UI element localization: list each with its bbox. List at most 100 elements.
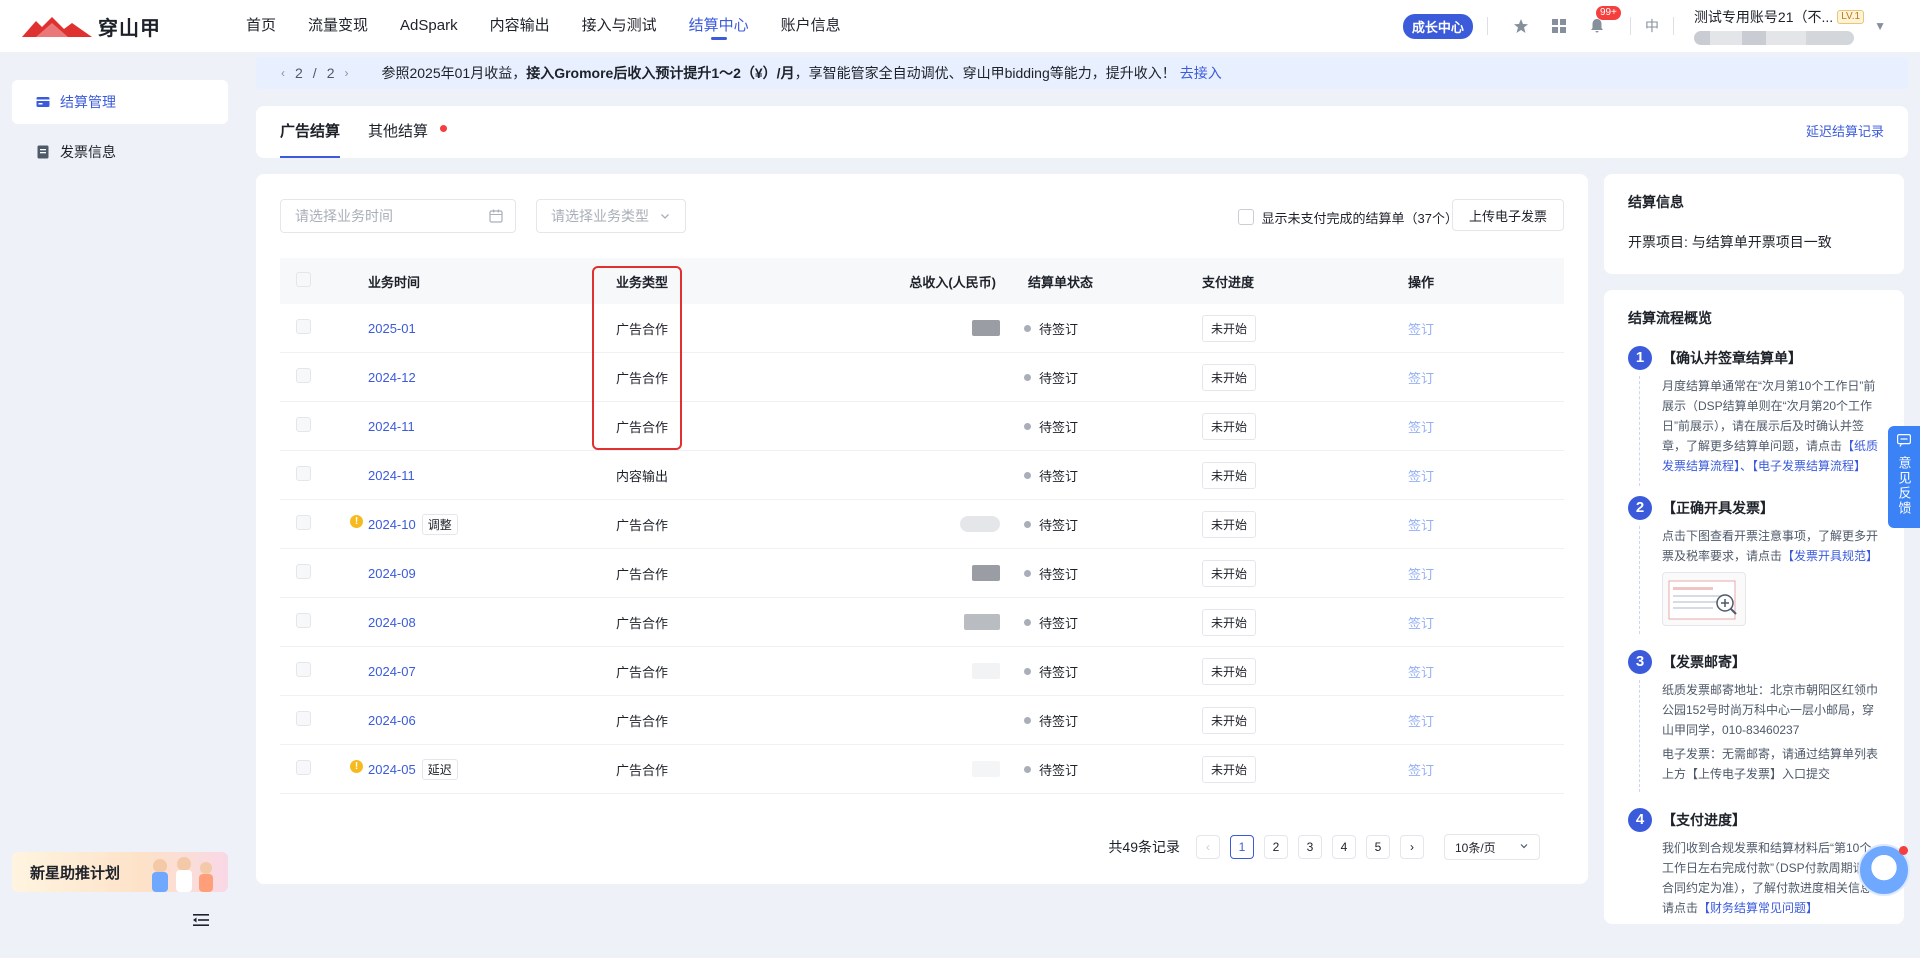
business-time-link[interactable]: 2024-05 — [368, 762, 416, 777]
business-time-picker[interactable]: 请选择业务时间 — [280, 199, 516, 233]
tab-ad-settlement[interactable]: 广告结算 — [280, 106, 341, 158]
row-checkbox[interactable] — [296, 711, 311, 726]
business-type-cell: 广告合作 — [616, 517, 669, 533]
income-cell — [816, 320, 1000, 336]
nav-item[interactable]: 内容输出 — [490, 0, 550, 52]
next-page-button[interactable]: › — [1400, 835, 1424, 859]
sign-action-link[interactable]: 签订 — [1408, 763, 1434, 778]
settlement-icon — [36, 95, 50, 109]
row-checkbox[interactable] — [296, 319, 311, 334]
pagination: 共49条记录 ‹ 12345 › 10条/页 — [1108, 834, 1540, 860]
nav-item[interactable]: 结算中心 — [689, 0, 749, 52]
account-menu[interactable]: 测试专用账号21（不... LV.1 — [1693, 7, 1865, 45]
nav-item[interactable]: 流量变现 — [308, 0, 368, 52]
logo[interactable]: 穿山甲 — [22, 14, 161, 40]
business-type-cell: 广告合作 — [616, 566, 669, 582]
page-button[interactable]: 1 — [1230, 835, 1254, 859]
info-warning-icon[interactable]: ! — [350, 759, 363, 773]
business-time-link[interactable]: 2024-07 — [368, 664, 416, 679]
grow-center-badge[interactable]: 成长中心 — [1402, 13, 1473, 39]
column-header: 支付进度 — [1202, 274, 1255, 290]
nav-item[interactable]: 账户信息 — [781, 0, 841, 52]
table-row: 2024-08 广告合作 待签订 未开始 签订 — [280, 598, 1564, 647]
notice-link[interactable]: 去接入 — [1180, 63, 1222, 83]
page-button[interactable]: 4 — [1332, 835, 1356, 859]
sign-action-link[interactable]: 签订 — [1408, 322, 1434, 337]
page-size-value: 10条/页 — [1455, 840, 1496, 855]
table-row: 2024-07 广告合作 待签订 未开始 签订 — [280, 647, 1564, 696]
invoice-sample-thumbnail[interactable] — [1662, 572, 1746, 626]
sign-action-link[interactable]: 签订 — [1408, 371, 1434, 386]
row-checkbox[interactable] — [296, 662, 311, 677]
sign-action-link[interactable]: 签订 — [1408, 567, 1434, 582]
row-checkbox[interactable] — [296, 417, 311, 432]
feedback-tab[interactable]: 意见反馈 — [1888, 426, 1920, 528]
assistant-bot-icon[interactable] — [1858, 844, 1910, 896]
row-checkbox[interactable] — [296, 368, 311, 383]
grid-icon[interactable] — [1549, 16, 1569, 36]
status-text: 待签订 — [1039, 615, 1079, 631]
chevron-right-icon[interactable]: › — [344, 66, 348, 80]
business-time-link[interactable]: 2024-09 — [368, 566, 416, 581]
business-time-link[interactable]: 2024-12 — [368, 370, 416, 385]
table-row: ! 2024-05 延迟 广告合作 待签订 未开始 签订 — [280, 745, 1564, 794]
promo-illustration-icon — [152, 857, 213, 892]
star-icon[interactable] — [1511, 16, 1531, 36]
info-warning-icon[interactable]: ! — [350, 514, 363, 528]
column-header: 业务时间 — [368, 274, 421, 290]
tab-other-settlement[interactable]: 其他结算 — [368, 106, 448, 158]
business-type-cell: 广告合作 — [616, 615, 669, 631]
business-type-placeholder: 请选择业务类型 — [551, 208, 649, 224]
notice-page-total: 2 — [326, 65, 335, 81]
invoice-preview-icon — [1668, 580, 1737, 620]
step-link[interactable]: 【发票开具规范】 — [1782, 549, 1878, 563]
unpaid-checkbox[interactable] — [1237, 209, 1254, 225]
flow-step: 2 【正确开具发票】 点击下图查看开票注意事项，了解更多开票及税率要求，请点击【… — [1628, 496, 1880, 634]
nav-item[interactable]: AdSpark — [400, 0, 458, 52]
nav-item[interactable]: 首页 — [246, 0, 276, 52]
business-time-link[interactable]: 2024-08 — [368, 615, 416, 630]
unpaid-filter[interactable]: 显示未支付完成的结算单（37个） — [1237, 202, 1458, 232]
bell-icon[interactable]: 99+ — [1587, 6, 1621, 36]
sign-action-link[interactable]: 签订 — [1408, 714, 1434, 729]
step-link[interactable]: 【财务结算常见问题】 — [1698, 901, 1818, 915]
step-connector — [1639, 680, 1640, 792]
row-checkbox[interactable] — [296, 760, 311, 775]
nav-item[interactable]: 接入与测试 — [582, 0, 657, 52]
sidebar-item-settlement[interactable]: 结算管理 — [12, 80, 228, 124]
sign-action-link[interactable]: 签订 — [1408, 518, 1434, 533]
sign-action-link[interactable]: 签订 — [1408, 469, 1434, 484]
page-size-select[interactable]: 10条/页 — [1444, 834, 1540, 860]
business-type-select[interactable]: 请选择业务类型 — [536, 199, 686, 233]
sign-action-link[interactable]: 签订 — [1408, 616, 1434, 631]
business-time-link[interactable]: 2024-11 — [368, 468, 415, 483]
row-checkbox[interactable] — [296, 564, 311, 579]
chevron-left-icon[interactable]: ‹ — [281, 66, 285, 80]
business-time-link[interactable]: 2024-10 — [368, 517, 416, 532]
promo-banner[interactable]: 新星助推计划 — [12, 852, 228, 892]
row-checkbox[interactable] — [296, 515, 311, 530]
delay-settlement-link[interactable]: 延迟结算记录 — [1806, 106, 1884, 158]
upload-e-invoice-button[interactable]: 上传电子发票 — [1451, 199, 1564, 231]
sign-action-link[interactable]: 签订 — [1408, 665, 1434, 680]
page-button[interactable]: 3 — [1298, 835, 1322, 859]
sidebar-item-invoice[interactable]: 发票信息 — [12, 130, 228, 174]
select-all-checkbox[interactable] — [296, 272, 311, 287]
row-checkbox[interactable] — [296, 613, 311, 628]
table-header: 业务时间 业务类型 总收入(人民币) 结算单状态 支付进度 操作 — [280, 258, 1564, 304]
prev-page-button[interactable]: ‹ — [1196, 835, 1220, 859]
sign-action-link[interactable]: 签订 — [1408, 420, 1434, 435]
page-button[interactable]: 5 — [1366, 835, 1390, 859]
payment-progress-tag: 未开始 — [1202, 608, 1257, 636]
chevron-down-icon[interactable]: ▼ — [1874, 19, 1886, 33]
language-switch[interactable]: 中 — [1645, 16, 1659, 36]
page-button[interactable]: 2 — [1264, 835, 1288, 859]
notification-count-badge: 99+ — [1595, 6, 1621, 20]
business-time-link[interactable]: 2025-01 — [368, 321, 416, 336]
business-time-link[interactable]: 2024-11 — [368, 419, 415, 434]
business-time-link[interactable]: 2024-06 — [368, 713, 416, 728]
row-checkbox[interactable] — [296, 466, 311, 481]
brand-name: 穿山甲 — [98, 17, 161, 40]
collapse-sidebar-icon[interactable] — [193, 913, 209, 930]
sidebar-item-label: 发票信息 — [60, 144, 116, 160]
